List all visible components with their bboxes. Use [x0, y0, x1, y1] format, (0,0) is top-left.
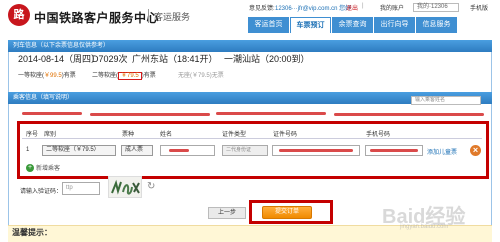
- row-index: 1: [26, 147, 30, 153]
- departure-station: 广州东站（18:41开）: [132, 54, 218, 64]
- add-passenger-link[interactable]: + 新增乘客: [26, 163, 61, 173]
- col-name: 姓名: [160, 132, 173, 138]
- submit-order-button[interactable]: 提交订单: [262, 206, 312, 219]
- mobile-version-link[interactable]: 手机版: [470, 3, 488, 12]
- redacted-passenger[interactable]: [22, 112, 82, 115]
- table-header-rule: [22, 138, 482, 139]
- arrival-station: 一潮汕站（20:00到）: [224, 54, 310, 64]
- col-phone: 手机号码: [366, 132, 391, 138]
- name-input[interactable]: [160, 145, 215, 156]
- phone-input[interactable]: [365, 145, 423, 156]
- captcha-glyphs: [111, 179, 140, 195]
- site-title: 中国铁路客户服务中心: [34, 11, 160, 25]
- captcha-input[interactable]: ttp: [62, 182, 100, 195]
- train-panel-title: 列车信息（以下余票信息仅供参考）: [8, 40, 492, 52]
- nav-ticket-booking[interactable]: 车票预订: [290, 17, 331, 33]
- captcha-image[interactable]: [108, 176, 142, 198]
- seat-name: 无座: [178, 73, 191, 79]
- redacted-passenger[interactable]: [216, 112, 326, 115]
- col-id-type: 证件类型: [222, 132, 247, 138]
- seat-status: 无票: [211, 73, 224, 79]
- col-ticket-type: 票种: [122, 132, 135, 138]
- redacted-passenger[interactable]: [334, 113, 484, 116]
- user-email: 12306···jfr@vip.com.cn 您好: [275, 6, 352, 12]
- add-child-ticket-link[interactable]: 添加儿童票: [427, 147, 457, 156]
- redacted-id-number: [279, 149, 353, 152]
- nav-info-service[interactable]: 信息服务: [416, 17, 457, 33]
- site-subtitle: 客运服务: [154, 12, 191, 22]
- seat-name: 一等软座: [18, 73, 43, 79]
- my-account-link[interactable]: 我的账户: [380, 3, 404, 12]
- train-date: 2014-08-14（周四）: [18, 54, 101, 64]
- id-number-input[interactable]: [272, 145, 360, 156]
- seat-price: ￥79.5: [118, 72, 142, 80]
- col-id-number: 证件号码: [273, 132, 298, 138]
- seat-name: 二等软座: [92, 73, 117, 79]
- main-nav: 客运首页 车票预订 余票查询 出行向导 信息服务: [248, 17, 458, 33]
- title-divider: [148, 9, 149, 23]
- ticket-type-select[interactable]: 成人票: [121, 145, 153, 156]
- logout-link[interactable]: 退出: [346, 3, 358, 12]
- add-passenger-label: 新增乘客: [36, 166, 61, 172]
- delete-passenger-icon[interactable]: ×: [470, 145, 481, 156]
- nav-travel-guide[interactable]: 出行向导: [374, 17, 415, 33]
- seat-status: 有票: [63, 73, 76, 79]
- site-search-input[interactable]: 我的·12306: [413, 3, 459, 12]
- nav-home[interactable]: 客运首页: [248, 17, 289, 33]
- id-type-select[interactable]: 二代身份证: [222, 145, 268, 156]
- redacted-passenger[interactable]: [90, 113, 210, 116]
- seat-second-class: 二等软座(￥79.5)有票: [92, 72, 156, 80]
- train-number: D7029次: [92, 54, 128, 64]
- baidu-watermark-url: jingyan.baidu.com: [400, 224, 449, 230]
- railway-logo: 路: [8, 4, 30, 26]
- seat-price: ￥79.5: [192, 73, 210, 79]
- col-index: 序号: [26, 132, 39, 138]
- train-info-panel: 列车信息（以下余票信息仅供参考）: [8, 40, 492, 94]
- seat-status: 有票: [143, 73, 156, 79]
- redacted-phone: [370, 149, 418, 152]
- feedback-label[interactable]: 意见反馈:: [249, 3, 275, 12]
- col-seat: 席别: [44, 132, 57, 138]
- seat-select[interactable]: 二等软座（￥79.5）: [42, 145, 116, 156]
- nav-remaining-tickets[interactable]: 余票查询: [332, 17, 373, 33]
- captcha-label: 请输入验证码：: [20, 189, 63, 195]
- tips-title: 温馨提示：: [12, 228, 52, 237]
- add-icon: +: [26, 164, 34, 173]
- seat-no-seat: 无座(￥79.5)无票: [178, 73, 224, 79]
- refresh-icon[interactable]: ↻: [147, 181, 155, 192]
- passenger-search-input[interactable]: 输入乘客姓名: [411, 96, 481, 105]
- redacted-name: [169, 149, 189, 152]
- seat-first-class: 一等软座(￥99.5)有票: [18, 73, 76, 79]
- header-separator: |: [362, 3, 364, 9]
- seat-price: ￥99.5: [44, 73, 62, 79]
- previous-step-button[interactable]: 上一步: [208, 207, 246, 219]
